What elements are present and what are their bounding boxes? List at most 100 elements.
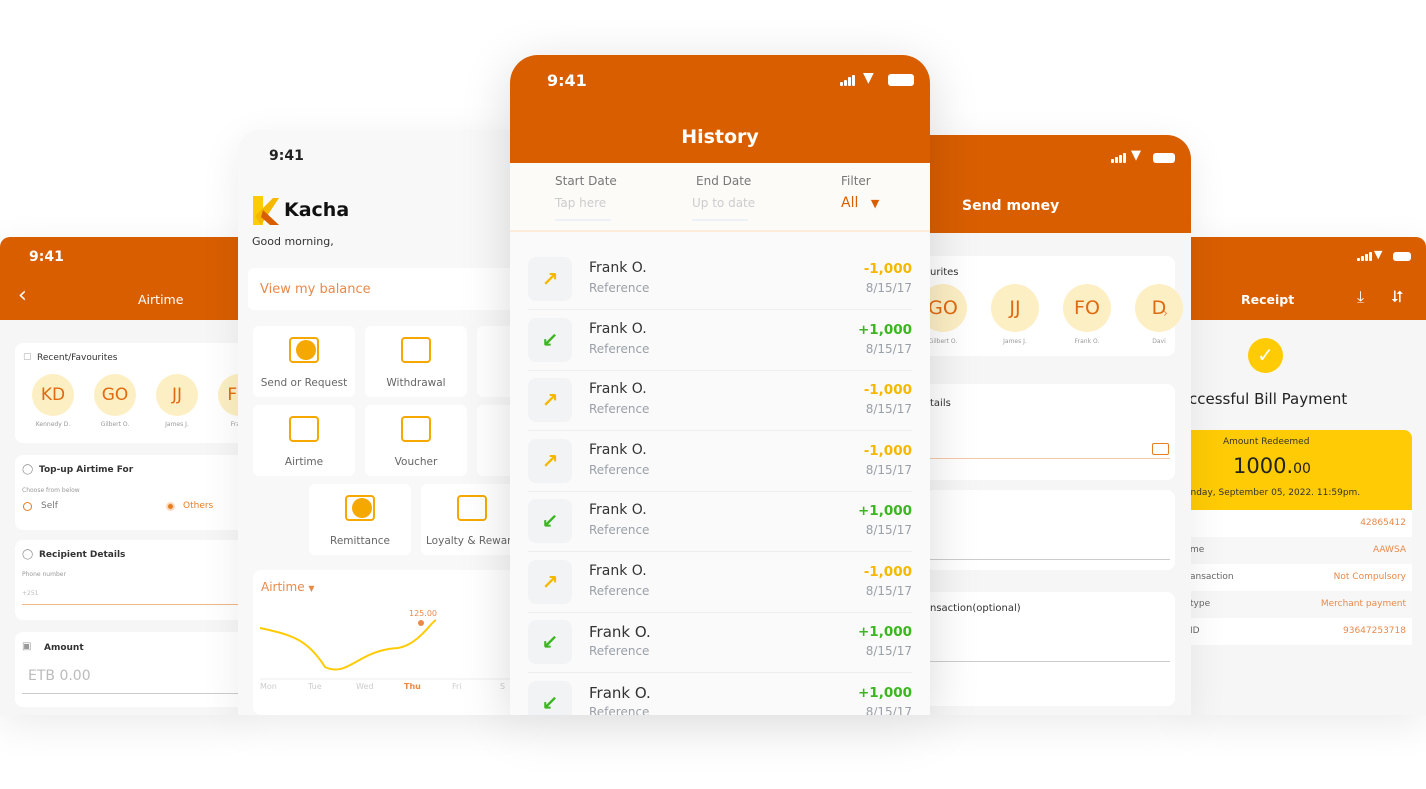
share-icon[interactable]: ⮃ [1391, 287, 1404, 307]
history-date: 8/15/17 [865, 644, 912, 658]
recipient-input[interactable] [925, 439, 1170, 459]
details-card: tails [925, 384, 1175, 480]
tile-loyalty-reward[interactable]: Loyalty & Reward [421, 484, 520, 555]
receipt-row: 42865412 [1185, 510, 1412, 537]
cash-icon: ▣ [22, 641, 32, 652]
history-name: Frank O. [589, 502, 647, 518]
history-reference: Reference [589, 704, 650, 716]
contact-name: Kennedy D. [35, 421, 71, 428]
send-money-screen: ▼ Send money urites GO Gilbert O. JJ James … [925, 135, 1191, 715]
battery-icon [1393, 252, 1411, 261]
history-row[interactable]: ↙ Frank O. Reference +1,000 8/15/17 [528, 613, 912, 673]
history-reference: Reference [589, 402, 650, 416]
amount-input[interactable]: ETB 0.00 [22, 668, 246, 694]
history-name: Frank O. [589, 623, 651, 641]
user-icon: ◯ [22, 549, 34, 560]
receipt-screen: ▼ Receipt ⤓ ⮃ ✓ ccessful Bill Payment Am… [1185, 237, 1426, 715]
history-name: Frank O. [589, 683, 651, 702]
status-time: 9:41 [269, 148, 304, 164]
section-title: nsaction(optional) [930, 603, 1021, 614]
airtime-line-chart [259, 619, 520, 680]
tile-voucher[interactable]: Voucher [365, 405, 467, 476]
history-row[interactable]: ↙ Frank O. Reference +1,000 8/15/17 [528, 492, 912, 552]
topup-card: ◯ Top-up Airtime For Choose from below S… [15, 455, 246, 530]
home-screen: 9:41 Kacha Good morning, View my balance… [238, 130, 520, 715]
back-chevron-icon[interactable]: ‹ [18, 283, 27, 308]
end-date-input[interactable]: Up to date [692, 196, 755, 221]
section-title: urites [930, 267, 959, 278]
contact-item[interactable]: FO Frank O. [1057, 284, 1117, 345]
status-time: 9:41 [547, 71, 587, 90]
tile-remittance[interactable]: Remittance [309, 484, 411, 555]
tile-airtime[interactable]: Airtime [253, 405, 355, 476]
receipt-key: ID [1190, 626, 1200, 636]
contact-item[interactable]: GO Gilbert O. [925, 284, 973, 345]
battery-icon [888, 74, 914, 86]
history-amount: +1,000 [857, 321, 912, 338]
start-date-input[interactable]: Tap here [555, 196, 611, 221]
contact-item[interactable]: JJ James J. [147, 374, 207, 434]
filter-dropdown[interactable]: All ▼ [841, 195, 879, 211]
arrow-down-left-icon: ↙ [528, 499, 572, 543]
history-row[interactable]: ↙ Frank O. Reference +1,000 8/15/17 [528, 674, 912, 716]
view-balance-button[interactable]: View my balance [248, 268, 520, 310]
caret-down-icon: ▼ [870, 197, 880, 210]
receipt-key: ansaction [1190, 572, 1234, 582]
contact-item[interactable]: JJ James J. [985, 284, 1045, 345]
amount-cents: 00 [1293, 461, 1311, 477]
chart-selector-label: Airtime [261, 580, 305, 594]
history-date: 8/15/17 [865, 462, 912, 477]
tile-label: Voucher [394, 456, 438, 468]
amount-value: 1000.00 [1233, 454, 1311, 478]
globe-coins-icon [345, 495, 375, 521]
self-radio[interactable] [23, 502, 32, 511]
bookmark-icon: ▢ [23, 352, 32, 362]
send-header: ▼ Send money [925, 135, 1191, 233]
contact-card-icon[interactable] [1152, 443, 1169, 455]
receipt-value: Not Compulsory [1333, 572, 1406, 582]
history-amount: -1,000 [863, 382, 912, 398]
arrow-up-right-icon: ↗ [528, 559, 572, 604]
history-date: 8/15/17 [865, 523, 912, 537]
history-row[interactable]: ↙ Frank O. Reference +1,000 8/15/17 [528, 311, 912, 371]
history-date: 8/15/17 [865, 704, 912, 716]
contact-name: Frank O. [1074, 338, 1100, 345]
contact-name: Davi [1152, 338, 1166, 345]
history-row[interactable]: ↗ Frank O. Reference -1,000 8/15/17 [528, 371, 912, 431]
airtime-header: 9:41 ‹ Airtime [0, 237, 246, 320]
voucher-icon [401, 416, 431, 442]
contact-name: Gilbert O. [100, 421, 130, 428]
signal-icon [840, 75, 855, 86]
history-row[interactable]: ↗ Frank O. Reference -1,000 8/15/17 [528, 250, 912, 310]
screen-title: Receipt [1241, 292, 1295, 307]
tile-send-or-request[interactable]: Send or Request [253, 326, 355, 397]
self-label: Self [41, 501, 58, 511]
contact-item[interactable]: GO Gilbert O. [85, 374, 145, 434]
contact-item[interactable]: D Davi [1129, 284, 1189, 345]
amount-input[interactable] [925, 540, 1170, 560]
amount-datetime: onday, September 05, 2022. 11:59pm. [1185, 488, 1361, 498]
chevron-right-icon[interactable]: › [1163, 306, 1168, 320]
screen-title: Send money [962, 198, 1060, 214]
amount-panel: Amount Redeemed 1000.00 onday, September… [1185, 430, 1412, 510]
reason-input[interactable] [925, 642, 1170, 662]
others-radio[interactable] [166, 502, 175, 511]
avatar: GO [94, 374, 136, 416]
caret-down-icon: ▼ [308, 584, 315, 593]
history-row[interactable]: ↗ Frank O. Reference -1,000 8/15/17 [528, 432, 912, 492]
chart-selector[interactable]: Airtime ▼ [261, 580, 315, 594]
day-label: Wed [356, 682, 374, 691]
history-amount: +1,000 [857, 684, 912, 701]
view-balance-label: View my balance [260, 282, 371, 297]
tile-withdrawal[interactable]: Withdrawal [365, 326, 467, 397]
download-icon[interactable]: ⤓ [1357, 287, 1364, 307]
reason-card: nsaction(optional) [925, 592, 1175, 706]
receipt-key: type [1190, 599, 1211, 609]
day-label: Thu [404, 682, 421, 691]
history-amount: -1,000 [863, 261, 912, 277]
arrow-down-left-icon: ↙ [528, 317, 572, 362]
contact-item[interactable]: KD Kennedy D. [23, 374, 83, 434]
history-name: Frank O. [589, 441, 647, 458]
phone-input[interactable]: +251 [22, 590, 246, 605]
history-row[interactable]: ↗ Frank O. Reference -1,000 8/15/17 [528, 553, 912, 613]
